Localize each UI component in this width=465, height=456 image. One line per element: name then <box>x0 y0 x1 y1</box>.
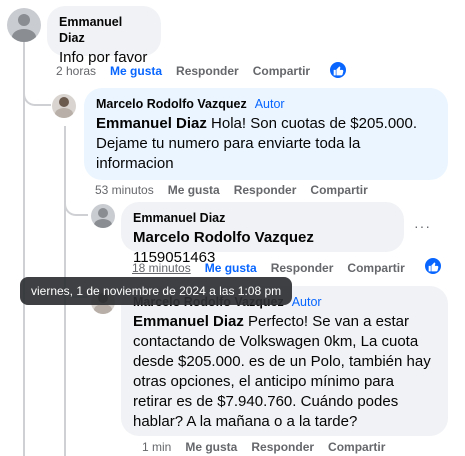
share-button[interactable]: Compartir <box>328 440 385 454</box>
comment-actions: 53 minutos Me gusta Responder Compartir <box>95 183 368 197</box>
comment-time[interactable]: 53 minutos <box>95 183 154 197</box>
avatar[interactable] <box>91 204 115 228</box>
like-reaction-icon[interactable] <box>329 61 347 79</box>
comment-actions: 18 minutos Me gusta Responder Compartir <box>132 261 405 275</box>
comment-body: Perfecto! Se van a estar contactando de … <box>133 313 431 430</box>
reply-button[interactable]: Responder <box>251 440 314 454</box>
reply-button[interactable]: Responder <box>234 183 297 197</box>
share-button[interactable]: Compartir <box>347 261 404 275</box>
like-button[interactable]: Me gusta <box>110 64 162 78</box>
comment-actions: 1 min Me gusta Responder Compartir <box>142 440 385 454</box>
comment-bubble: Emmanuel Diaz Info por favor <box>47 6 161 66</box>
like-button[interactable]: Me gusta <box>185 440 237 454</box>
author-badge: Autor <box>291 295 322 309</box>
like-button[interactable]: Me gusta <box>168 183 220 197</box>
comment-actions: 2 horas Me gusta Responder Compartir <box>56 64 310 78</box>
like-button[interactable]: Me gusta <box>205 261 257 275</box>
comment-text: Emmanuel Diaz Hola! Son cuotas de $205.0… <box>96 114 436 174</box>
thread-connector <box>64 200 88 216</box>
comment-text: Emmanuel Diaz Perfecto! Se van a estar c… <box>133 312 436 432</box>
comment-time[interactable]: 2 horas <box>56 64 96 78</box>
comment-author[interactable]: Emmanuel Diaz <box>59 14 149 46</box>
author-badge: Autor <box>254 97 285 111</box>
comment-author[interactable]: Emmanuel Diaz <box>133 210 392 226</box>
thread-line <box>23 42 25 456</box>
timestamp-tooltip: viernes, 1 de noviembre de 2024 a las 1:… <box>20 277 293 305</box>
share-button[interactable]: Compartir <box>310 183 367 197</box>
mention-link[interactable]: Emmanuel Diaz <box>96 115 207 132</box>
share-button[interactable]: Compartir <box>253 64 310 78</box>
comment-bubble: Marcelo Rodolfo VazquezAutor Emmanuel Di… <box>121 286 448 436</box>
comment-time[interactable]: 18 minutos <box>132 261 191 275</box>
like-reaction-icon[interactable] <box>424 257 442 275</box>
comment-author[interactable]: Marcelo Rodolfo Vazquez <box>96 97 247 111</box>
reply-button[interactable]: Responder <box>271 261 334 275</box>
more-options-icon[interactable]: ··· <box>414 218 431 234</box>
comment-time[interactable]: 1 min <box>142 440 171 454</box>
comment-bubble: Emmanuel Diaz Marcelo Rodolfo Vazquez 11… <box>121 202 404 266</box>
thread-connector <box>23 84 51 106</box>
comment-bubble: Marcelo Rodolfo Vazquez Autor Emmanuel Di… <box>84 88 448 180</box>
avatar[interactable] <box>52 94 76 118</box>
avatar[interactable] <box>7 8 41 42</box>
mention-link[interactable]: Emmanuel Diaz <box>133 313 244 330</box>
mention-link[interactable]: Marcelo Rodolfo Vazquez <box>133 229 314 246</box>
reply-button[interactable]: Responder <box>176 64 239 78</box>
